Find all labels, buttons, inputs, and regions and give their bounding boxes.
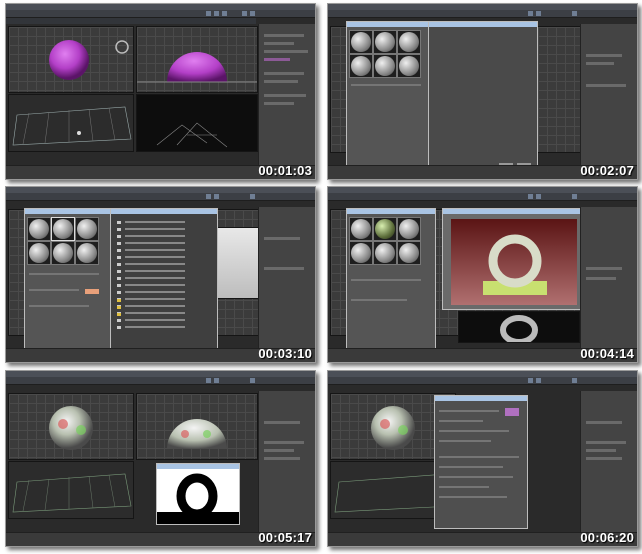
material-slot-icon[interactable] bbox=[399, 32, 419, 52]
material-slot-icon[interactable] bbox=[351, 56, 371, 76]
main-toolbar bbox=[328, 10, 637, 18]
dome-icon bbox=[167, 419, 227, 449]
toolbar-icon bbox=[214, 11, 219, 16]
material-slot-icon[interactable] bbox=[77, 219, 97, 239]
timecode-label: 00:03:10 bbox=[258, 346, 312, 361]
timecode-label: 00:02:07 bbox=[580, 163, 634, 178]
main-toolbar bbox=[6, 193, 315, 201]
viewport-perspective bbox=[8, 94, 134, 152]
command-panel[interactable] bbox=[580, 207, 637, 349]
material-slot-icon[interactable] bbox=[53, 219, 73, 239]
material-slot-icon[interactable] bbox=[29, 219, 49, 239]
material-browser-dialog[interactable] bbox=[428, 21, 538, 173]
teapot-ring-icon bbox=[157, 470, 239, 524]
command-panel[interactable] bbox=[580, 24, 637, 166]
main-toolbar bbox=[6, 10, 315, 18]
toolbar-icon bbox=[206, 11, 211, 16]
video-thumbnail-4[interactable]: 00:04:14 bbox=[327, 186, 638, 363]
sphere-icon bbox=[49, 40, 129, 80]
timecode-label: 00:06:20 bbox=[580, 530, 634, 545]
main-toolbar bbox=[328, 193, 637, 201]
sphere-icon bbox=[49, 406, 93, 450]
toolbar-icon bbox=[250, 11, 255, 16]
material-slot-icon[interactable] bbox=[351, 32, 371, 52]
viewport-front bbox=[136, 26, 258, 93]
material-slot-icon[interactable] bbox=[375, 219, 395, 239]
material-slot-icon[interactable] bbox=[351, 243, 371, 263]
material-slot-icon[interactable] bbox=[399, 219, 419, 239]
main-toolbar bbox=[328, 377, 637, 385]
render-frame-window[interactable] bbox=[156, 463, 240, 525]
map-browser-dialog[interactable] bbox=[110, 208, 218, 354]
material-slot-icon[interactable] bbox=[29, 243, 49, 263]
viewport-perspective bbox=[8, 461, 134, 519]
material-editor-dialog[interactable] bbox=[24, 208, 116, 356]
viewport-top bbox=[8, 26, 134, 93]
video-thumbnail-2[interactable]: 00:02:07 bbox=[327, 3, 638, 180]
video-thumbnail-6[interactable]: 00:06:20 bbox=[327, 370, 638, 547]
ribbon-bar bbox=[6, 18, 256, 24]
viewport-front bbox=[136, 393, 258, 460]
material-slot-icon[interactable] bbox=[399, 243, 419, 263]
material-slot-icon[interactable] bbox=[375, 32, 395, 52]
toolbar-icon bbox=[222, 11, 227, 16]
command-panel[interactable] bbox=[258, 391, 315, 533]
viewport-camera bbox=[136, 94, 258, 152]
teapot-ring-icon bbox=[451, 219, 577, 305]
video-thumbnail-5[interactable]: 00:05:17 bbox=[5, 370, 316, 547]
command-panel[interactable] bbox=[580, 391, 637, 533]
material-slot-icon[interactable] bbox=[53, 243, 73, 263]
material-slot-icon[interactable] bbox=[77, 243, 97, 263]
command-panel[interactable] bbox=[258, 24, 315, 166]
material-slot-icon[interactable] bbox=[375, 56, 395, 76]
timecode-label: 00:04:14 bbox=[580, 346, 634, 361]
dome-icon bbox=[137, 52, 257, 83]
material-editor-dialog[interactable] bbox=[346, 208, 436, 356]
render-frame-window[interactable] bbox=[442, 208, 586, 310]
material-slot-icon[interactable] bbox=[375, 243, 395, 263]
material-parameters-dialog[interactable] bbox=[434, 395, 528, 529]
material-editor-dialog[interactable] bbox=[346, 21, 436, 173]
video-thumbnail-1[interactable]: 00:01:03 bbox=[5, 3, 316, 180]
timecode-label: 00:01:03 bbox=[258, 163, 312, 178]
viewport-camera bbox=[458, 311, 580, 345]
viewport-top bbox=[8, 393, 134, 460]
video-thumbnail-3[interactable]: 00:03:10 bbox=[5, 186, 316, 363]
toolbar-icon bbox=[242, 11, 247, 16]
timecode-label: 00:05:17 bbox=[258, 530, 312, 545]
main-toolbar bbox=[6, 377, 315, 385]
command-panel[interactable] bbox=[258, 207, 315, 349]
material-slot-icon[interactable] bbox=[399, 56, 419, 76]
material-slot-icon[interactable] bbox=[351, 219, 371, 239]
